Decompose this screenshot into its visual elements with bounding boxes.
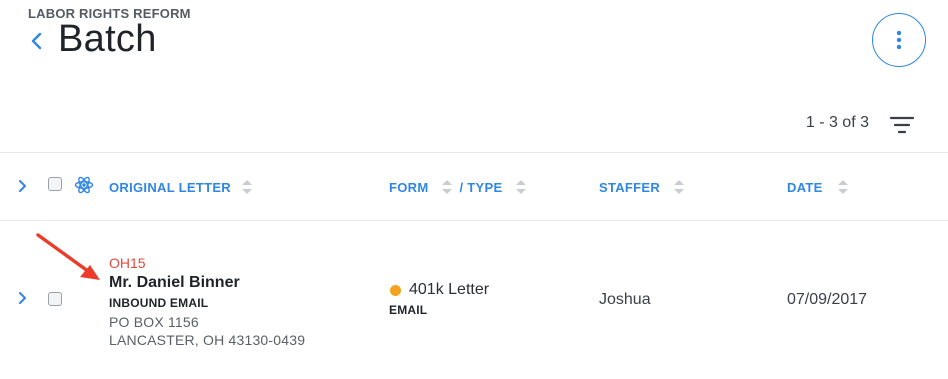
page-title: Batch <box>58 18 157 60</box>
status-dot <box>390 285 401 296</box>
column-header-original-letter[interactable]: ORIGINAL LETTER <box>109 178 253 196</box>
select-all-checkbox[interactable] <box>48 177 62 191</box>
atom-icon[interactable] <box>74 175 94 195</box>
sort-icon[interactable] <box>441 178 453 196</box>
form-name: 401k Letter <box>409 281 490 298</box>
letter-code: OH15 <box>109 255 146 271</box>
staffer-name: Joshua <box>599 291 651 308</box>
recipient-name[interactable]: Mr. Daniel Binner <box>109 274 240 292</box>
more-options-button[interactable] <box>872 13 926 67</box>
expand-row-chevron-icon[interactable] <box>17 292 29 304</box>
annotation-arrow-icon <box>36 233 100 280</box>
row-checkbox[interactable] <box>48 292 62 306</box>
column-label-staffer: STAFFER <box>599 179 661 195</box>
header-top-divider <box>0 152 948 153</box>
column-header-staffer[interactable]: STAFFER <box>599 178 685 196</box>
column-header-form-type[interactable]: FORM / TYPE <box>389 178 527 196</box>
column-header-date[interactable]: DATE <box>787 178 849 196</box>
form-type: EMAIL <box>389 303 428 317</box>
filter-icon[interactable] <box>889 115 915 135</box>
column-label-form: FORM <box>389 179 429 195</box>
column-label-original-letter: ORIGINAL LETTER <box>109 179 231 195</box>
sort-icon[interactable] <box>241 178 253 196</box>
address-line-1: PO BOX 1156 <box>109 314 199 330</box>
header-bottom-divider <box>0 220 948 221</box>
back-chevron-icon[interactable] <box>28 32 46 50</box>
column-label-date: DATE <box>787 179 823 195</box>
sort-icon[interactable] <box>673 178 685 196</box>
delivery-method: INBOUND EMAIL <box>109 296 209 310</box>
more-vertical-icon <box>896 30 902 50</box>
pagination-range: 1 - 3 of 3 <box>805 114 869 131</box>
expand-all-chevron-icon[interactable] <box>17 180 29 192</box>
letter-date: 07/09/2017 <box>787 291 868 308</box>
address-line-2: LANCASTER, OH 43130-0439 <box>109 332 306 348</box>
sort-icon[interactable] <box>837 178 849 196</box>
sort-icon[interactable] <box>515 178 527 196</box>
column-label-type: / TYPE <box>459 179 503 195</box>
